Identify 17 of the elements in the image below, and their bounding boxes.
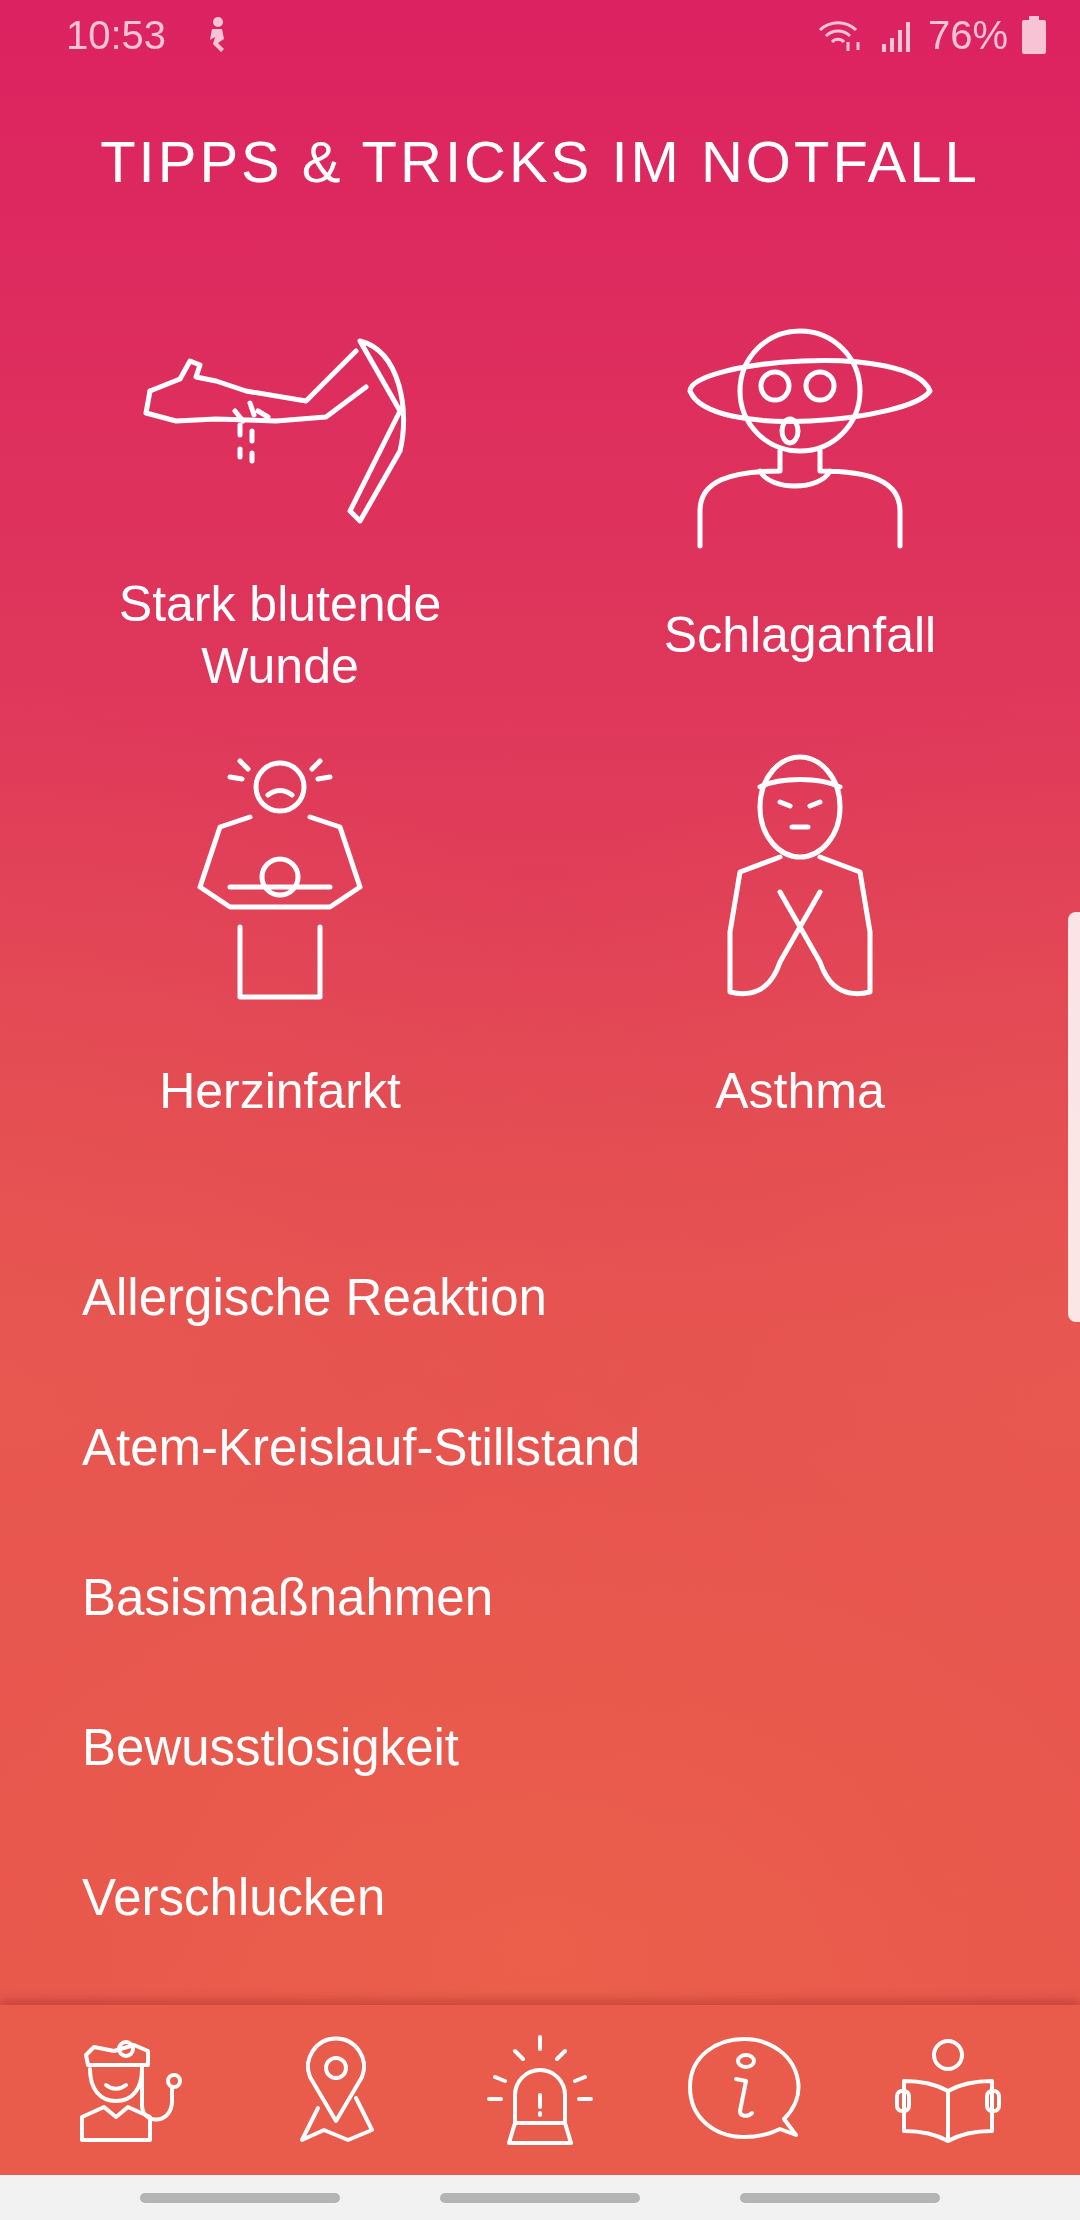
topic-label[interactable]: Schlaganfall [663,573,937,697]
topic-list-item[interactable]: Bewusstlosigkeit [82,1673,459,1823]
topic-label[interactable]: Herzinfarkt [159,1029,401,1153]
battery-percent: 76% [927,12,1008,58]
topic-list-item[interactable]: Atem-Kreislauf-Stillstand [82,1373,641,1523]
topic-label[interactable]: Asthma [715,1029,885,1153]
battery-icon [1022,16,1046,54]
topic-label[interactable]: Stark blutende Wunde [90,573,470,697]
status-time: 10:53 [66,12,167,58]
topic-list-item[interactable]: Verschlucken [82,1823,386,1973]
topic-list-item[interactable]: Basismaßnahmen [82,1523,493,1673]
nav-handle[interactable] [740,2192,940,2203]
alarm-light-icon[interactable] [485,2035,595,2145]
nav-handle[interactable] [140,2192,340,2203]
page-title: TIPPS & TRICKS IM NOTFALL [99,128,981,195]
nav-handle[interactable] [440,2192,640,2203]
topic-list-item[interactable]: Allergische Reaktion [82,1223,547,1373]
